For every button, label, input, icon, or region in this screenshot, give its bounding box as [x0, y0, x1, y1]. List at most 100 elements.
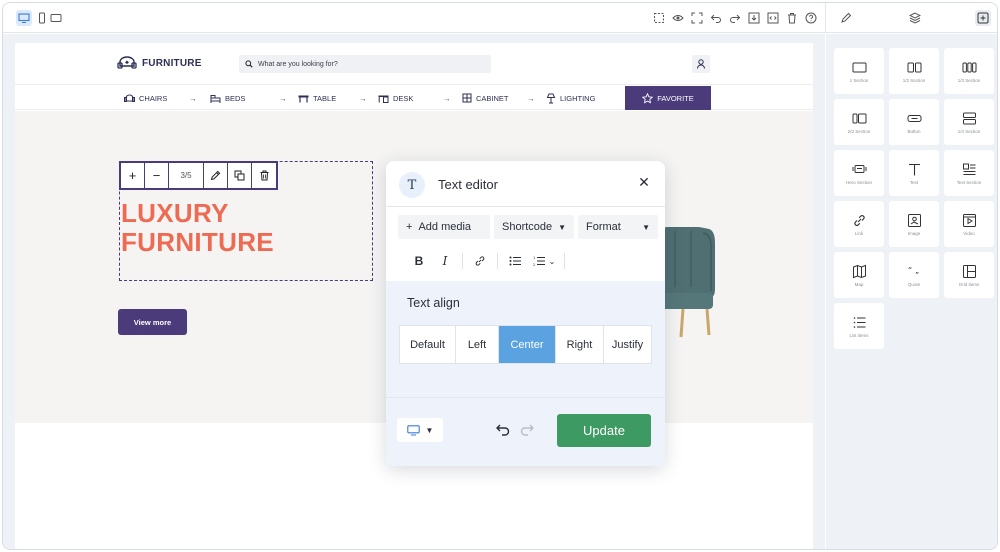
account-button[interactable]	[692, 55, 710, 73]
add-element-button[interactable]: +	[121, 163, 145, 188]
preview-eye-icon[interactable]	[670, 10, 686, 26]
italic-icon[interactable]: I	[432, 254, 458, 268]
cabinet-icon	[462, 93, 472, 103]
redo-icon[interactable]	[519, 422, 535, 438]
builder-window: FURNITURE What are you looking for? CHAI…	[2, 2, 998, 550]
text-align-segmented-control: Default Left Center Right Justify	[399, 325, 652, 364]
nav-label: BEDS	[225, 93, 246, 103]
video-icon	[962, 213, 976, 227]
add-media-button[interactable]: + Add media	[398, 215, 490, 239]
align-option-justify[interactable]: Justify	[604, 326, 651, 363]
view-more-button[interactable]: View more	[118, 309, 187, 335]
block-label: Text	[909, 179, 919, 185]
fullscreen-icon[interactable]	[689, 10, 705, 26]
code-view-icon[interactable]	[765, 10, 781, 26]
import-icon[interactable]	[746, 10, 762, 26]
toolbar-separator	[462, 253, 463, 269]
quarter-section-icon	[962, 112, 976, 124]
toolbar-separator	[564, 253, 565, 269]
tablet-view-icon[interactable]	[48, 10, 64, 26]
block-link[interactable]: Link	[834, 201, 884, 247]
block-two-thirds-section[interactable]: 2/3 Section	[834, 99, 884, 145]
list-items-icon	[853, 316, 865, 328]
block-text-section[interactable]: Text Section	[944, 150, 994, 196]
nav-item-lighting[interactable]: LIGHTING	[547, 86, 595, 110]
format-label: Format	[586, 221, 621, 233]
block-map[interactable]: Map	[834, 252, 884, 298]
numbered-list-icon[interactable]: 1 2 ⌄	[528, 255, 560, 267]
add-media-label: Add media	[418, 221, 472, 233]
caret-down-icon: ▼	[558, 222, 567, 232]
help-icon[interactable]	[803, 10, 819, 26]
pencil-icon	[210, 170, 221, 181]
logo-text: FURNITURE	[142, 58, 202, 69]
block-one-section[interactable]: 1 Section	[834, 48, 884, 94]
block-grid-items[interactable]: Grid items	[944, 252, 994, 298]
block-quote[interactable]: “” Quote	[889, 252, 939, 298]
arrow-right-icon: →	[279, 93, 287, 103]
image-icon	[907, 213, 921, 227]
text-icon	[908, 163, 920, 175]
star-icon	[642, 92, 654, 104]
block-hero-section[interactable]: Hero Section	[834, 150, 884, 196]
device-selector[interactable]: ▼	[397, 418, 443, 442]
align-option-right[interactable]: Right	[556, 326, 604, 363]
blocks-grid: 1 Section 1/2 Section 1/3 Section 2/3 Se…	[834, 48, 994, 349]
shortcode-dropdown[interactable]: Shortcode ▼	[494, 215, 574, 239]
block-label: 2/3 Section	[847, 128, 871, 134]
align-option-default[interactable]: Default	[400, 326, 456, 363]
hero-title[interactable]: LUXURY FURNITURE	[121, 199, 274, 257]
select-area-icon[interactable]	[651, 10, 667, 26]
nav-item-desk[interactable]: DESK	[378, 86, 413, 110]
redo-icon[interactable]	[727, 10, 743, 26]
block-image[interactable]: Image	[889, 201, 939, 247]
nav-label: FAVORITE	[657, 93, 694, 103]
bullet-list-icon[interactable]	[502, 255, 528, 267]
layers-icon[interactable]	[907, 10, 923, 26]
block-button[interactable]: Button	[889, 99, 939, 145]
svg-text:1: 1	[533, 256, 535, 260]
block-list-items[interactable]: List items	[834, 303, 884, 349]
desktop-view-icon[interactable]	[16, 10, 32, 26]
hero-title-line: LUXURY	[121, 198, 229, 228]
caret-down-icon: ▼	[425, 425, 434, 435]
nav-item-chairs[interactable]: CHAIRS	[124, 86, 167, 110]
align-option-left[interactable]: Left	[456, 326, 499, 363]
remove-element-button[interactable]: −	[145, 163, 169, 188]
link-icon[interactable]	[467, 255, 493, 267]
block-video[interactable]: Video	[944, 201, 994, 247]
site-search-bar[interactable]: What are you looking for?	[239, 55, 491, 73]
block-label: 1/2 Section	[902, 77, 926, 83]
element-toolbar: + − 3/5	[119, 161, 278, 190]
nav-item-table[interactable]: TABLE	[298, 86, 336, 110]
desk-icon	[378, 95, 389, 103]
trash-icon[interactable]	[784, 10, 800, 26]
format-dropdown[interactable]: Format ▼	[578, 215, 658, 239]
block-half-section[interactable]: 1/2 Section	[889, 48, 939, 94]
block-label: List items	[849, 332, 869, 338]
text-align-title: Text align	[407, 296, 460, 310]
close-icon[interactable]: ✕	[636, 173, 652, 191]
bold-icon[interactable]: B	[406, 254, 432, 268]
undo-icon[interactable]	[708, 10, 724, 26]
block-quarter-section[interactable]: 1/4 Section	[944, 99, 994, 145]
category-nav: CHAIRS → BEDS → TABLE → DESK → CABINET →…	[15, 86, 813, 110]
block-label: Grid items	[958, 281, 980, 287]
undo-icon[interactable]	[495, 422, 511, 438]
add-blocks-icon[interactable]	[975, 10, 991, 26]
nav-item-beds[interactable]: BEDS	[210, 86, 245, 110]
delete-element-button[interactable]	[252, 163, 276, 188]
edit-pencil-button[interactable]	[204, 163, 228, 188]
nav-item-favorite[interactable]: FAVORITE	[625, 86, 711, 110]
nav-item-cabinet[interactable]: CABINET	[462, 86, 509, 110]
site-logo[interactable]: FURNITURE	[117, 56, 202, 71]
text-section-icon	[962, 163, 975, 175]
block-text[interactable]: Text	[889, 150, 939, 196]
nav-label: DESK	[393, 93, 414, 103]
block-third-section[interactable]: 1/3 Section	[944, 48, 994, 94]
style-manager-icon[interactable]	[838, 10, 854, 26]
align-option-center[interactable]: Center	[499, 326, 556, 363]
chevron-down-icon: ⌄	[548, 256, 556, 266]
update-button[interactable]: Update	[557, 414, 651, 447]
duplicate-button[interactable]	[228, 163, 252, 188]
